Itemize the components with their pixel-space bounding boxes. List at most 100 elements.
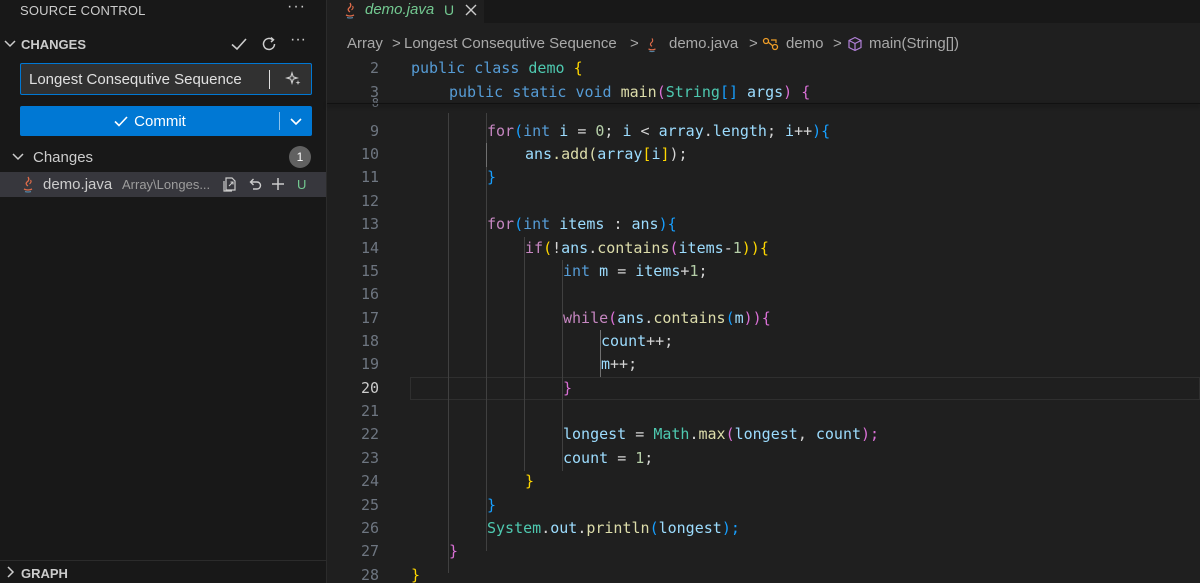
line-number: 19	[360, 355, 379, 373]
line-number: 16	[360, 285, 379, 303]
code-line: }	[449, 542, 459, 560]
line-number: 18	[360, 332, 379, 350]
commit-button-label: Commit	[134, 112, 186, 130]
indent-guide-active	[486, 143, 487, 167]
graph-section-label: GRAPH	[21, 566, 68, 581]
breadcrumb-separator-icon: >	[833, 35, 842, 52]
refresh-icon[interactable]	[259, 34, 279, 54]
line-number: 11	[360, 168, 379, 186]
line-number: 17	[360, 309, 379, 327]
breadcrumb-separator-icon: >	[630, 35, 639, 52]
code-line: count++;	[601, 332, 674, 350]
line-number: 9	[369, 122, 379, 140]
changed-file-row[interactable]: demo.java Array\Longes... U	[0, 172, 326, 197]
class-icon	[762, 36, 780, 56]
java-file-icon	[342, 2, 358, 22]
changes-count-badge: 1	[289, 146, 311, 168]
code-line: for(int i = 0; i < array.length; i++){	[487, 122, 831, 140]
line-number: 24	[360, 472, 379, 490]
source-control-sidebar: SOURCE CONTROL ··· CHANGES ··· Commit	[0, 0, 327, 583]
sparkle-icon[interactable]	[285, 70, 303, 88]
code-line: count = 1;	[563, 449, 654, 467]
line-number: 28	[360, 566, 379, 583]
line-number: 21	[360, 402, 379, 420]
code-line: if(!ans.contains(items-1)){	[525, 239, 769, 257]
indent-guide	[448, 113, 449, 573]
breadcrumb-separator-icon: >	[392, 35, 401, 52]
breadcrumb-item-file[interactable]: demo.java	[669, 35, 738, 52]
breadcrumb-separator-icon: >	[749, 35, 758, 52]
line-number: 12	[360, 192, 379, 210]
java-file-icon	[645, 37, 659, 57]
line-number: 2	[369, 59, 379, 77]
tab-label: demo.java	[365, 1, 435, 18]
line-number: 13	[360, 215, 379, 233]
changes-section-label: CHANGES	[21, 37, 87, 52]
breadcrumb-item-method[interactable]: main(String[])	[869, 35, 959, 52]
current-line-highlight	[410, 377, 1200, 400]
tab-demo-java[interactable]: demo.java U	[327, 0, 484, 23]
changes-tree-group[interactable]: Changes 1	[0, 146, 326, 168]
code-line: public class demo {	[411, 59, 583, 77]
sidebar-title: SOURCE CONTROL	[20, 3, 146, 18]
commit-message-box[interactable]	[20, 63, 312, 95]
commit-button-group: Commit	[20, 106, 312, 136]
file-path: Array\Longes...	[122, 177, 211, 192]
code-line: }	[411, 566, 421, 583]
graph-section-header[interactable]: GRAPH	[0, 560, 326, 583]
chevron-right-icon[interactable]	[2, 563, 18, 583]
line-number: 14	[360, 239, 379, 257]
open-file-icon[interactable]	[221, 175, 239, 193]
line-number: 15	[360, 262, 379, 280]
changes-group-label: Changes	[33, 149, 94, 166]
code-editor: demo.java U Array > Longest Consequtive …	[327, 0, 1200, 583]
file-status-badge: U	[297, 177, 307, 192]
code-line: System.out.println(longest);	[487, 519, 740, 537]
breadcrumb-item-folder[interactable]: Longest Consequtive Sequence	[404, 35, 617, 52]
code-line: int m = items+1;	[563, 262, 708, 280]
discard-icon[interactable]	[246, 175, 264, 193]
stage-icon[interactable]	[269, 175, 287, 193]
check-icon[interactable]	[229, 34, 249, 54]
indent-guide	[524, 237, 525, 471]
breadcrumb-item-class[interactable]: demo	[786, 35, 824, 52]
code-line: }	[487, 496, 497, 514]
sidebar-header: SOURCE CONTROL ···	[0, 0, 326, 22]
ellipsis-icon[interactable]: ···	[287, 0, 306, 16]
line-number: 10	[360, 145, 379, 163]
changes-section-header[interactable]: CHANGES ···	[0, 30, 326, 57]
code-line: m++;	[601, 355, 638, 373]
code-line: ans.add(array[i]);	[525, 145, 688, 163]
code-line: public static void main(String[] args) {	[449, 83, 811, 101]
line-number: 23	[360, 449, 379, 467]
commit-message-input[interactable]	[21, 64, 281, 94]
check-icon	[114, 116, 128, 127]
java-file-icon	[20, 176, 36, 196]
chevron-down-icon	[290, 118, 302, 126]
ellipsis-icon[interactable]: ···	[288, 30, 308, 50]
line-number: 22	[360, 425, 379, 443]
line-number: 25	[360, 496, 379, 514]
text-caret	[269, 70, 270, 89]
chevron-down-icon[interactable]	[11, 148, 25, 169]
file-name: demo.java	[43, 176, 113, 193]
commit-button[interactable]: Commit	[20, 106, 279, 136]
code-line: }	[563, 379, 573, 397]
breadcrumb-item-folder[interactable]: Array	[347, 35, 383, 52]
close-icon[interactable]	[464, 3, 478, 20]
code-line: longest = Math.max(longest, count);	[563, 425, 880, 443]
line-number-active: 20	[360, 379, 379, 397]
code-line: }	[487, 168, 497, 186]
line-number: 26	[360, 519, 379, 537]
method-icon	[847, 36, 863, 56]
breadcrumb: Array > Longest Consequtive Sequence > d…	[327, 33, 1200, 55]
code-line: while(ans.contains(m)){	[563, 309, 771, 327]
tab-status: U	[444, 2, 455, 18]
code-area[interactable]: 2 3 8 9 10 11 12 13 14 15 16 17 18 19 20…	[327, 57, 1200, 583]
tab-bar: demo.java U	[327, 0, 1200, 23]
code-line: }	[525, 472, 535, 490]
commit-dropdown-button[interactable]	[280, 106, 312, 136]
line-number: 27	[360, 542, 379, 560]
code-line: for(int items : ans){	[487, 215, 677, 233]
chevron-down-icon[interactable]	[2, 33, 18, 53]
